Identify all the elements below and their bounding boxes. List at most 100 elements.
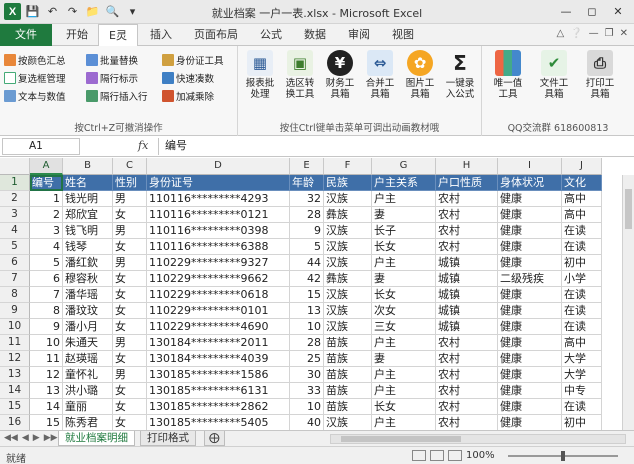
column-header-a[interactable]: A (30, 158, 63, 175)
row-header[interactable]: 12 (0, 351, 30, 367)
workbook-minimize-icon[interactable]: — (589, 28, 599, 39)
table-cell[interactable]: 农村 (436, 383, 498, 399)
table-header-cell[interactable]: 身份证号 (147, 175, 290, 191)
table-cell[interactable]: 潘华瑶 (63, 287, 113, 303)
zoom-slider[interactable] (508, 451, 618, 461)
column-header-c[interactable]: C (113, 158, 147, 175)
next-sheet-icon[interactable]: ▶ (33, 433, 40, 443)
select-all-corner[interactable] (0, 158, 30, 175)
table-cell[interactable]: 赵瑛瑶 (63, 351, 113, 367)
row-header[interactable]: 2 (0, 191, 30, 207)
table-cell[interactable]: 女 (113, 383, 147, 399)
report-batch-button[interactable]: ▦ 报表批 处理 (240, 50, 280, 100)
table-cell[interactable]: 汉族 (324, 319, 372, 335)
table-cell[interactable]: 妻 (372, 351, 436, 367)
row-header[interactable]: 10 (0, 319, 30, 335)
workbook-restore-icon[interactable]: ❐ (605, 28, 614, 39)
table-cell[interactable]: 农村 (436, 207, 498, 223)
selection-convert-button[interactable]: ▣ 选区转 换工具 (280, 50, 320, 100)
table-cell[interactable]: 长子 (372, 223, 436, 239)
table-cell[interactable]: 110229*********0618 (147, 287, 290, 303)
table-cell[interactable]: 高中 (562, 335, 602, 351)
table-cell[interactable]: 15 (30, 415, 63, 430)
table-cell[interactable]: 苗族 (324, 367, 372, 383)
table-cell[interactable]: 9 (30, 319, 63, 335)
sheet-tab-employment-details[interactable]: 就业档案明细 (58, 431, 135, 446)
table-cell[interactable]: 10 (30, 335, 63, 351)
table-cell[interactable]: 潘小月 (63, 319, 113, 335)
row-header[interactable]: 8 (0, 287, 30, 303)
table-cell[interactable]: 32 (290, 191, 324, 207)
table-header-cell[interactable]: 编号 (30, 175, 63, 191)
table-cell[interactable]: 10 (290, 399, 324, 415)
table-cell[interactable]: 妻 (372, 271, 436, 287)
row-header[interactable]: 9 (0, 303, 30, 319)
table-cell[interactable]: 钱琴 (63, 239, 113, 255)
last-sheet-icon[interactable]: ▶▶ (44, 433, 58, 443)
table-cell[interactable]: 城镇 (436, 271, 498, 287)
table-cell[interactable]: 健康 (498, 303, 562, 319)
table-cell[interactable]: 女 (113, 207, 147, 223)
table-cell[interactable]: 郑欣宜 (63, 207, 113, 223)
quick-sum-button[interactable]: 快速凑数 (162, 70, 214, 86)
tab-data[interactable]: 数据 (294, 24, 336, 46)
table-cell[interactable]: 苗族 (324, 335, 372, 351)
close-icon[interactable]: ✕ (606, 2, 630, 20)
table-cell[interactable]: 13 (30, 383, 63, 399)
table-cell[interactable]: 户主 (372, 383, 436, 399)
row-header[interactable]: 11 (0, 335, 30, 351)
table-cell[interactable]: 长女 (372, 239, 436, 255)
table-cell[interactable]: 健康 (498, 351, 562, 367)
column-header-h[interactable]: H (436, 158, 498, 175)
table-cell[interactable]: 穆容秋 (63, 271, 113, 287)
table-cell[interactable]: 潘红欽 (63, 255, 113, 271)
table-cell[interactable]: 5 (30, 255, 63, 271)
id-card-tool-button[interactable]: 身份证工具 (162, 52, 224, 68)
table-cell[interactable]: 12 (30, 367, 63, 383)
table-cell[interactable]: 4 (30, 239, 63, 255)
table-cell[interactable]: 15 (290, 287, 324, 303)
table-cell[interactable]: 健康 (498, 191, 562, 207)
table-cell[interactable]: 健康 (498, 383, 562, 399)
insert-function-icon[interactable]: fx (138, 139, 148, 152)
maximize-icon[interactable]: ◻ (580, 2, 604, 20)
table-cell[interactable]: 130184*********4039 (147, 351, 290, 367)
table-cell[interactable]: 42 (290, 271, 324, 287)
tab-view[interactable]: 视图 (382, 24, 424, 46)
table-cell[interactable]: 农村 (436, 415, 498, 430)
table-cell[interactable]: 在读 (562, 223, 602, 239)
vertical-scroll-thumb[interactable] (625, 189, 632, 229)
table-header-cell[interactable]: 户口性质 (436, 175, 498, 191)
table-header-cell[interactable]: 年龄 (290, 175, 324, 191)
horizontal-scroll-thumb[interactable] (341, 436, 461, 442)
table-cell[interactable]: 女 (113, 303, 147, 319)
table-cell[interactable]: 农村 (436, 191, 498, 207)
table-cell[interactable]: 女 (113, 319, 147, 335)
batch-replace-button[interactable]: 批量替换 (86, 52, 138, 68)
table-cell[interactable]: 11 (30, 351, 63, 367)
table-cell[interactable]: 朱通天 (63, 335, 113, 351)
unique-value-button[interactable]: 唯一值 工具 (488, 50, 528, 100)
table-cell[interactable]: 男 (113, 255, 147, 271)
table-cell[interactable]: 钱飞明 (63, 223, 113, 239)
table-cell[interactable]: 女 (113, 271, 147, 287)
workbook-close-icon[interactable]: ✕ (620, 28, 628, 39)
table-cell[interactable]: 次女 (372, 303, 436, 319)
table-cell[interactable]: 7 (30, 287, 63, 303)
table-cell[interactable]: 110229*********0101 (147, 303, 290, 319)
table-cell[interactable]: 城镇 (436, 255, 498, 271)
file-toolbox-button[interactable]: ✔ 文件工 具箱 (534, 50, 574, 100)
row-header[interactable]: 6 (0, 255, 30, 271)
table-cell[interactable]: 在读 (562, 303, 602, 319)
table-cell[interactable]: 健康 (498, 319, 562, 335)
table-cell[interactable]: 长女 (372, 399, 436, 415)
column-header-d[interactable]: D (147, 158, 290, 175)
table-cell[interactable]: 男 (113, 335, 147, 351)
table-cell[interactable]: 健康 (498, 367, 562, 383)
formula-input[interactable]: 编号 (158, 138, 620, 155)
zoom-slider-knob[interactable] (561, 451, 565, 461)
table-cell[interactable]: 女 (113, 287, 147, 303)
table-cell[interactable]: 女 (113, 239, 147, 255)
normal-view-icon[interactable] (412, 450, 426, 461)
table-cell[interactable]: 彝族 (324, 207, 372, 223)
